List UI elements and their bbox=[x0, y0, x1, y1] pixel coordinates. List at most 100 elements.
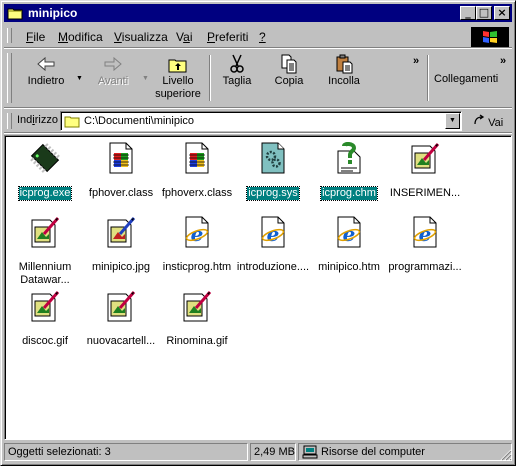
up-folder-icon bbox=[152, 53, 204, 75]
file-item[interactable]: fphoverx.class bbox=[159, 138, 235, 200]
file-item[interactable]: Millennium Datawar... bbox=[7, 212, 83, 287]
toolbar-chevron[interactable]: » bbox=[413, 55, 419, 67]
copy-icon bbox=[266, 53, 312, 75]
file-name: minipico.htm bbox=[318, 261, 380, 273]
ie-document-icon: e bbox=[311, 212, 387, 248]
file-name: introduzione.... bbox=[236, 261, 310, 273]
file-item[interactable]: e introduzione.... bbox=[235, 212, 311, 274]
image-file-icon bbox=[83, 286, 159, 322]
svg-text:e: e bbox=[419, 222, 432, 246]
forward-dropdown-arrow[interactable]: ▼ bbox=[142, 75, 149, 82]
file-name: discoc.gif bbox=[22, 335, 68, 347]
file-name: insticprog.htm bbox=[162, 261, 232, 273]
file-name: Rinomina.gif bbox=[166, 335, 228, 347]
file-name: INSERIMEN... bbox=[389, 187, 461, 199]
file-item[interactable]: icprog.exe bbox=[7, 138, 83, 201]
menu-favorites[interactable]: Preferiti bbox=[207, 30, 248, 44]
file-item[interactable]: nuovacartell... bbox=[83, 286, 159, 348]
file-item[interactable]: discoc.gif bbox=[7, 286, 83, 348]
toolbar-separator bbox=[209, 55, 211, 101]
file-item[interactable]: e insticprog.htm bbox=[159, 212, 235, 274]
jpg-file-icon bbox=[83, 212, 159, 248]
file-name: fphoverx.class bbox=[161, 187, 233, 199]
menu-edit[interactable]: Modifica bbox=[58, 30, 103, 44]
image-file-icon bbox=[7, 212, 83, 248]
file-item[interactable]: icprog.chm bbox=[311, 138, 387, 201]
paste-clipboard-icon bbox=[319, 53, 369, 75]
file-item[interactable]: INSERIMEN... bbox=[387, 138, 463, 200]
svg-text:e: e bbox=[191, 222, 204, 246]
go-button[interactable]: Vai bbox=[473, 114, 503, 129]
back-dropdown-arrow[interactable]: ▼ bbox=[76, 75, 83, 82]
links-separator bbox=[427, 55, 429, 101]
menu-view[interactable]: Visualizza bbox=[114, 30, 168, 44]
window-title: minipico bbox=[28, 6, 78, 20]
scissors-icon bbox=[214, 53, 260, 75]
folder-icon bbox=[64, 114, 80, 131]
file-name: Millennium Datawar... bbox=[18, 261, 72, 286]
image-file-icon bbox=[159, 286, 235, 322]
up-level-button[interactable]: Livello superiore bbox=[152, 53, 204, 103]
go-label: Vai bbox=[488, 117, 504, 129]
address-dropdown-button[interactable]: ▼ bbox=[445, 113, 460, 129]
copy-button[interactable]: Copia bbox=[266, 53, 312, 103]
file-item[interactable]: Rinomina.gif bbox=[159, 286, 235, 348]
file-name: icprog.chm bbox=[320, 186, 378, 201]
explorer-window: minipico _ □ × File Modifica Visualizza … bbox=[0, 0, 516, 466]
chip-icon bbox=[7, 138, 83, 174]
image-file-icon bbox=[387, 138, 463, 174]
menu-file[interactable]: File bbox=[26, 30, 45, 44]
menu-bar: File Modifica Visualizza Vai Preferiti ? bbox=[4, 25, 512, 48]
go-arrow-icon bbox=[473, 114, 488, 129]
address-label: Indirizzo bbox=[17, 114, 58, 126]
menu-go[interactable]: Vai bbox=[176, 30, 192, 44]
status-bar: Oggetti selezionati: 3 2,49 MB Risorse d… bbox=[4, 443, 512, 461]
menu-grip[interactable] bbox=[7, 28, 12, 43]
windows-logo-icon bbox=[471, 27, 509, 47]
file-item[interactable]: fphover.class bbox=[83, 138, 159, 200]
svg-text:e: e bbox=[343, 222, 356, 246]
standard-toolbar: Indietro ▼ Avanti ▼ Livello superiore Ta… bbox=[4, 51, 512, 108]
file-list-pane[interactable]: icprog.exe fphover.class fphoverx.class icp… bbox=[4, 135, 512, 440]
file-item[interactable]: e minipico.htm bbox=[311, 212, 387, 274]
file-name: minipico.jpg bbox=[91, 261, 151, 273]
file-item[interactable]: icprog.sys bbox=[235, 138, 311, 201]
address-bar: Indirizzo C:\Documenti\minipico ▼ Vai bbox=[4, 110, 512, 133]
file-name: fphover.class bbox=[88, 187, 154, 199]
java-class-icon bbox=[83, 138, 159, 174]
system-file-icon bbox=[235, 138, 311, 174]
title-bar[interactable]: minipico _ □ × bbox=[4, 4, 512, 22]
image-file-icon bbox=[7, 286, 83, 322]
paste-button[interactable]: Incolla bbox=[319, 53, 369, 103]
status-selection-count: Oggetti selezionati: 3 bbox=[4, 443, 248, 461]
ie-document-icon: e bbox=[235, 212, 311, 248]
file-item[interactable]: minipico.jpg bbox=[83, 212, 159, 274]
computer-icon bbox=[302, 445, 318, 460]
forward-arrow-icon bbox=[88, 53, 138, 75]
file-name: icprog.exe bbox=[17, 186, 73, 201]
minimize-button[interactable]: _ bbox=[460, 6, 476, 20]
status-location: Risorse del computer bbox=[298, 443, 512, 461]
status-size: 2,49 MB bbox=[250, 443, 296, 461]
back-button[interactable]: Indietro bbox=[18, 53, 74, 103]
svg-text:e: e bbox=[267, 222, 280, 246]
size-grip-icon[interactable] bbox=[500, 449, 512, 461]
close-button[interactable]: × bbox=[494, 6, 510, 20]
menu-help[interactable]: ? bbox=[259, 30, 266, 44]
file-name: programmazi... bbox=[388, 261, 462, 273]
folder-icon bbox=[7, 6, 23, 23]
forward-button[interactable]: Avanti bbox=[88, 53, 138, 103]
toolbar-grip[interactable] bbox=[7, 53, 12, 103]
address-grip[interactable] bbox=[7, 113, 12, 129]
help-file-icon bbox=[311, 138, 387, 174]
links-toolbar-label[interactable]: Collegamenti bbox=[434, 73, 498, 85]
address-input[interactable]: C:\Documenti\minipico ▼ bbox=[60, 111, 462, 131]
file-name: icprog.sys bbox=[246, 186, 300, 201]
cut-button[interactable]: Taglia bbox=[214, 53, 260, 103]
java-class-icon bbox=[159, 138, 235, 174]
file-name: nuovacartell... bbox=[86, 335, 156, 347]
links-chevron[interactable]: » bbox=[500, 55, 506, 67]
ie-document-icon: e bbox=[159, 212, 235, 248]
file-item[interactable]: e programmazi... bbox=[387, 212, 463, 274]
maximize-button[interactable]: □ bbox=[476, 6, 492, 20]
